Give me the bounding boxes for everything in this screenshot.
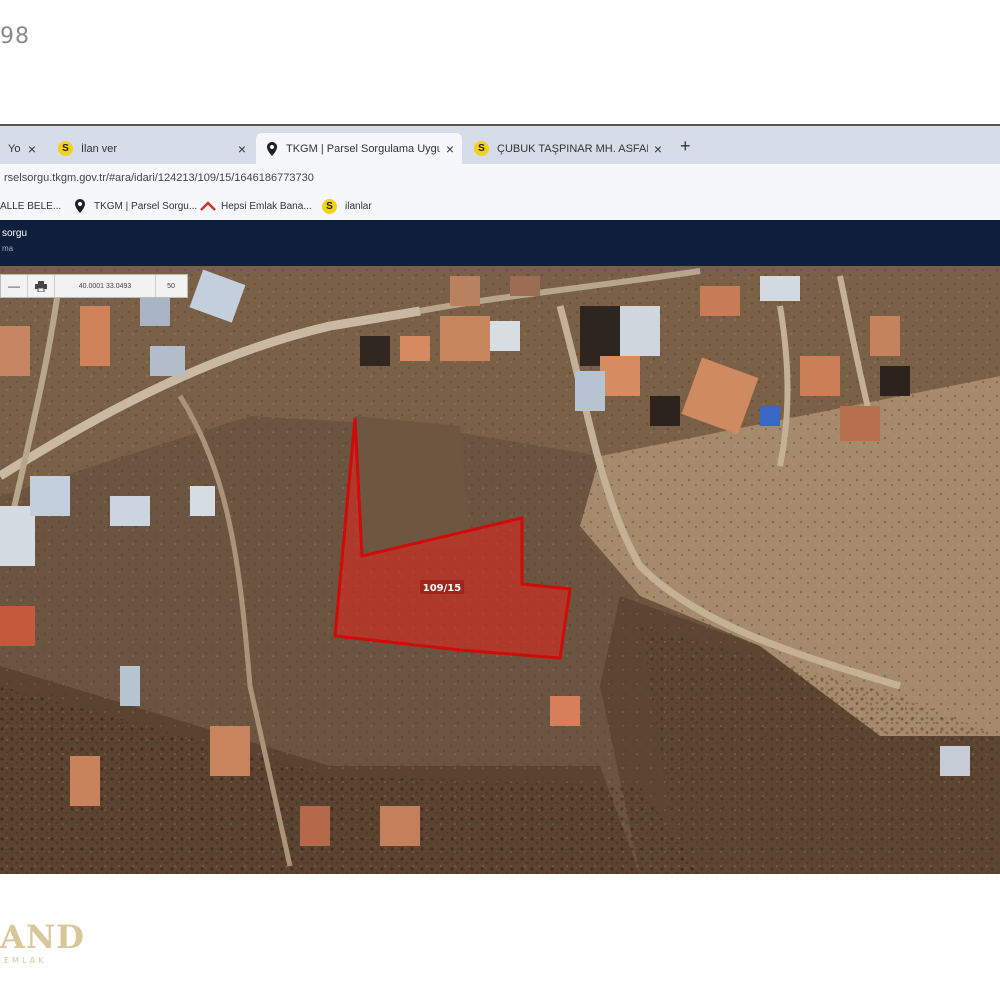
bookmark-label: ilanlar <box>345 200 372 212</box>
scale-readout: 50 <box>167 282 175 290</box>
tab-label: İlan ver <box>81 142 118 155</box>
watermark-small: EMLAK <box>4 956 47 965</box>
bookmark-label: TKGM | Parsel Sorgu... <box>94 200 198 212</box>
tab-label: TKGM | Parsel Sorgulama Uygul <box>286 142 440 155</box>
close-icon[interactable]: × <box>446 141 454 157</box>
bookmark-item[interactable]: Hepsi Emlak Bana... <box>200 192 312 220</box>
bookmark-item[interactable]: TKGM | Parsel Sorgu... <box>72 192 197 220</box>
bookmark-label: ALLE BELE... <box>0 200 62 212</box>
tab-3[interactable]: TKGM | Parsel Sorgulama Uygul × <box>256 133 462 164</box>
bookmark-label: Hepsi Emlak Bana... <box>221 200 312 212</box>
close-icon[interactable]: × <box>238 141 246 157</box>
satellite-image: 109/15 <box>0 266 1000 874</box>
app-subtitle: ma <box>2 244 14 253</box>
tab-4[interactable]: S ÇUBUK TAŞPINAR MH. ASFALT × <box>466 133 670 164</box>
roof-icon <box>200 201 216 211</box>
s-icon: S <box>474 141 489 156</box>
s-icon: S <box>58 141 73 156</box>
map-pin-icon <box>75 199 85 213</box>
watermark-logo: AND EMLAK <box>0 918 85 965</box>
app-title: sorgu <box>2 228 28 239</box>
tab-label: ÇUBUK TAŞPINAR MH. ASFALT <box>497 142 648 155</box>
s-icon: S <box>322 198 337 214</box>
new-tab-button[interactable]: + <box>680 136 691 157</box>
corner-number: 98 <box>0 24 30 49</box>
map-pin-icon <box>267 141 277 156</box>
parcel-label: 109/15 <box>423 583 461 594</box>
close-icon[interactable]: × <box>28 141 36 157</box>
coordinate-readout: 40.0001 33.0493 <box>55 275 156 297</box>
address-bar[interactable]: rselsorgu.tkgm.gov.tr/#ara/idari/124213/… <box>0 164 1000 192</box>
browser-window: Yo × S İlan ver × TKGM | Parsel Sorgulam… <box>0 124 1000 874</box>
bookmark-item[interactable]: S ilanlar <box>322 192 372 220</box>
tab-label: Yo <box>8 142 21 155</box>
tab-2[interactable]: S İlan ver × <box>50 133 254 164</box>
bookmarks-bar: ALLE BELE... TKGM | Parsel Sorgu... Heps… <box>0 192 1000 221</box>
minus-icon: — <box>8 279 20 293</box>
bookmark-item[interactable]: ALLE BELE... <box>0 192 61 220</box>
tab-bar: Yo × S İlan ver × TKGM | Parsel Sorgulam… <box>0 126 1000 164</box>
print-icon <box>35 280 47 292</box>
map-toolbar: — 40.0001 33.0493 50 <box>0 274 188 298</box>
app-header: sorgu ma <box>0 220 1000 266</box>
minus-button[interactable]: — <box>1 275 28 297</box>
watermark-big: AND <box>0 918 85 956</box>
print-button[interactable] <box>28 275 55 297</box>
tab-1[interactable]: Yo × <box>0 133 44 164</box>
close-icon[interactable]: × <box>654 141 662 157</box>
satellite-map[interactable]: 109/15 — 40.0001 33.0493 50 <box>0 266 1000 874</box>
